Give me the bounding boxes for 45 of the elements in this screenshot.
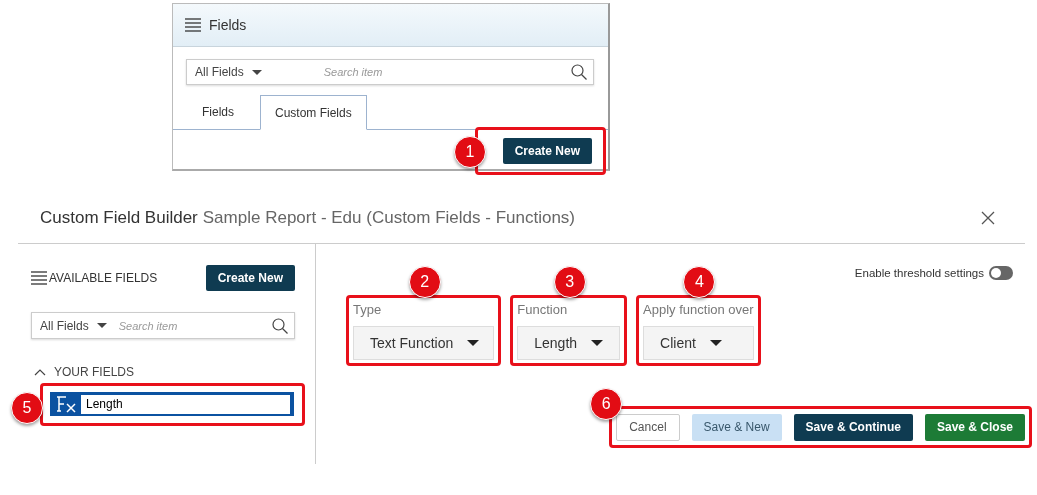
search-field[interactable]: All Fields Search item: [31, 312, 295, 339]
action-button[interactable]: Cancel: [616, 413, 680, 441]
tab[interactable]: Fields: [176, 95, 260, 129]
panel-title: Fields: [209, 17, 247, 33]
filter-dropdown[interactable]: All Fields: [40, 318, 107, 333]
create-new-button[interactable]: Create New: [502, 138, 592, 164]
caret-icon: [251, 69, 262, 75]
select-dropdown[interactable]: Text Function: [353, 326, 495, 360]
action-button[interactable]: Save & New: [691, 413, 782, 441]
section-label: YOUR FIELDS: [54, 365, 134, 379]
collapse-icon[interactable]: [34, 368, 46, 376]
toggle-switch[interactable]: [989, 266, 1013, 280]
section-heading: AVAILABLE FIELDS: [49, 271, 158, 285]
field-label: Function: [517, 302, 569, 319]
select-dropdown[interactable]: Client: [643, 326, 754, 360]
list-icon: [185, 18, 201, 32]
step-number: 5: [11, 392, 43, 424]
field-item[interactable]: Length: [50, 392, 294, 416]
caret-icon: [709, 340, 722, 346]
action-button[interactable]: Save & Continue: [793, 413, 913, 441]
step-number: 6: [590, 388, 623, 420]
tab[interactable]: Custom Fields: [260, 95, 367, 130]
step-number: 1: [454, 136, 486, 168]
select-dropdown[interactable]: Length: [517, 326, 621, 360]
action-button[interactable]: Save & Close: [924, 413, 1025, 441]
step-number: 4: [683, 266, 716, 298]
search-field[interactable]: All Fields Search item: [186, 59, 594, 85]
field-label: Type: [353, 302, 383, 319]
toggle-label: Enable threshold settings: [854, 267, 984, 279]
function-icon: [55, 395, 77, 413]
search-icon[interactable]: [571, 64, 587, 80]
dialog-title: Custom Field Builder: [40, 208, 198, 228]
field-name-input[interactable]: Length: [81, 394, 290, 414]
dialog-subtitle: Sample Report - Edu (Custom Fields - Functions): [202, 208, 576, 228]
caret-icon: [591, 340, 604, 346]
step-number: 2: [408, 266, 441, 298]
caret-icon: [96, 323, 107, 328]
field-label: Apply function over: [643, 302, 754, 319]
create-new-button[interactable]: Create New: [205, 265, 295, 291]
search-icon[interactable]: [272, 317, 288, 334]
filter-dropdown[interactable]: All Fields: [195, 65, 262, 79]
caret-icon: [467, 340, 480, 346]
close-icon[interactable]: [981, 211, 995, 225]
list-icon: [31, 271, 47, 285]
step-number: 3: [553, 266, 586, 298]
